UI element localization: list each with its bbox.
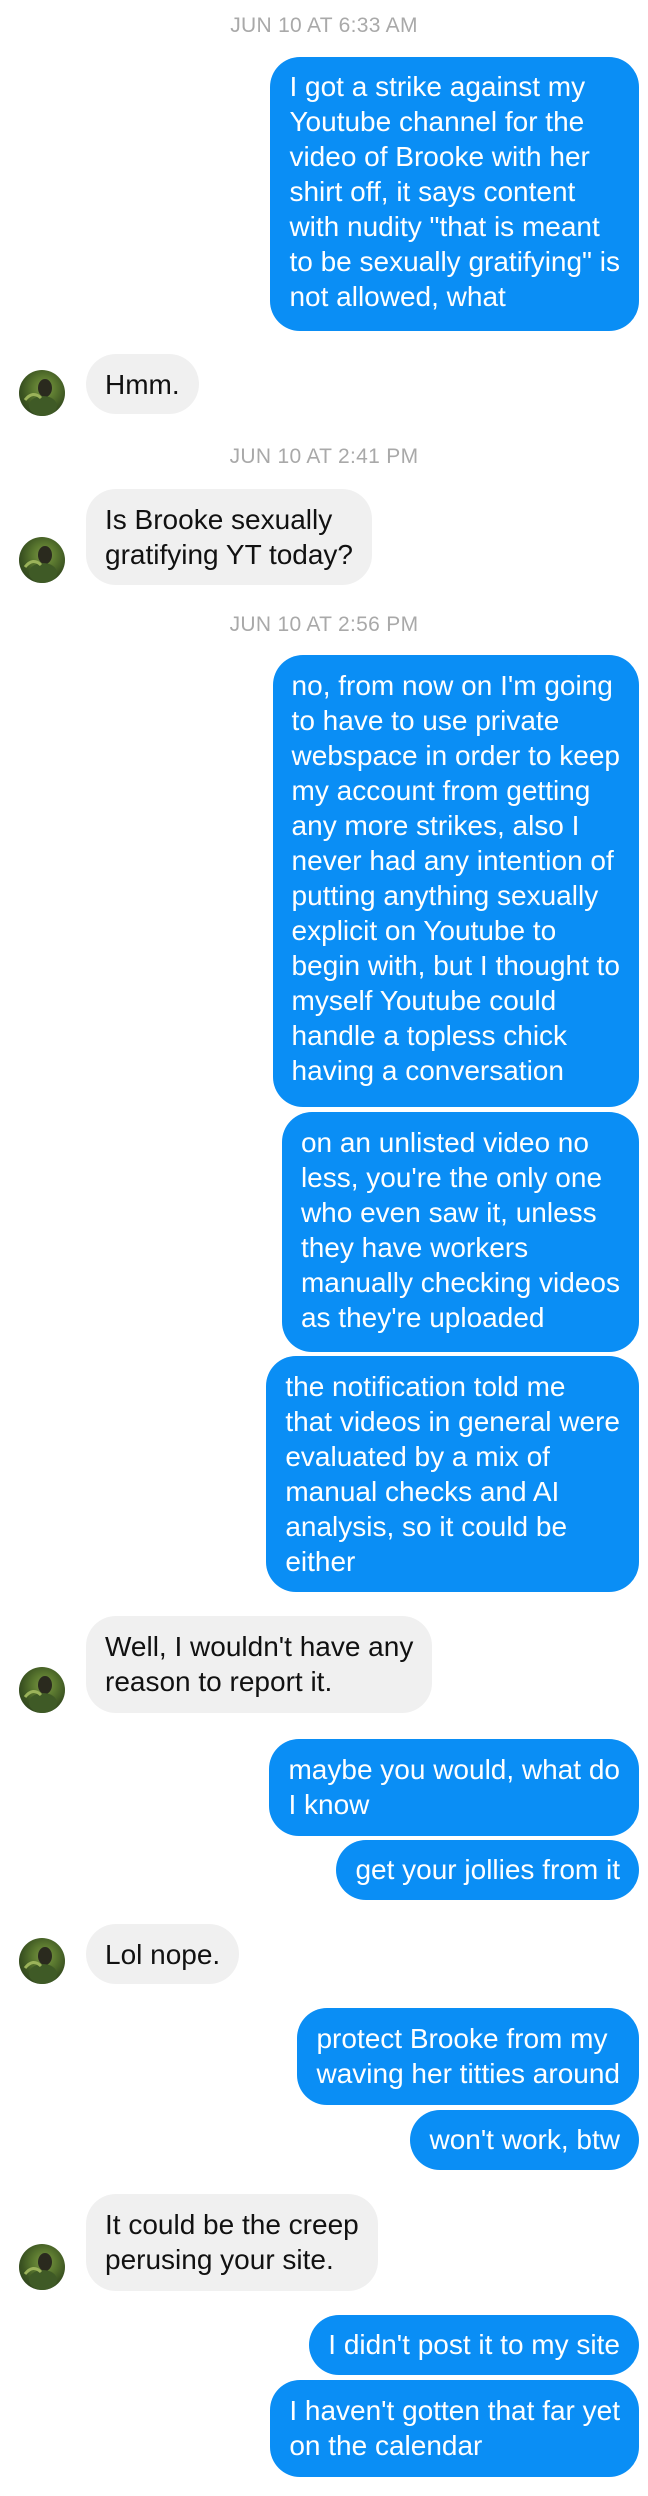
outgoing-message-bubble[interactable]: get your jollies from it [336,1840,639,1900]
outgoing-message-bubble[interactable]: I didn't post it to my site [309,2315,639,2375]
contact-avatar[interactable] [19,370,65,416]
incoming-message-bubble[interactable]: Hmm. [86,354,199,414]
avatar-photo-icon [23,546,57,583]
outgoing-message-bubble[interactable]: maybe you would, what do I know [269,1739,639,1836]
incoming-message-bubble[interactable]: Is Brooke sexually gratifying YT today? [86,489,373,585]
contact-avatar[interactable] [19,2244,65,2290]
contact-avatar[interactable] [19,1938,65,1984]
outgoing-message-bubble[interactable]: the notification told me that videos in … [266,1356,639,1592]
avatar-photo-icon [23,379,57,416]
outgoing-message-bubble[interactable]: won't work, btw [410,2110,639,2170]
outgoing-message-bubble[interactable]: protect Brooke from my waving her tittie… [297,2008,639,2105]
outgoing-message-bubble[interactable]: I haven't gotten that far yet on the cal… [270,2380,639,2477]
avatar-photo-icon [23,1676,57,1713]
avatar-photo-icon [23,1947,57,1984]
timestamp: JUN 10 AT 6:33 AM [230,14,418,37]
contact-avatar[interactable] [19,537,65,583]
timestamp: JUN 10 AT 2:41 PM [229,445,419,468]
message-thread[interactable]: JUN 10 AT 6:33 AM I got a strike against… [0,0,648,2496]
timestamp: JUN 10 AT 2:56 PM [229,613,419,636]
contact-avatar[interactable] [19,1667,65,1713]
avatar-photo-icon [23,2253,57,2290]
incoming-message-bubble[interactable]: It could be the creep perusing your site… [86,2194,378,2291]
outgoing-message-bubble[interactable]: I got a strike against my Youtube channe… [270,57,639,331]
outgoing-message-bubble[interactable]: on an unlisted video no less, you're the… [281,1112,639,1352]
incoming-message-bubble[interactable]: Lol nope. [86,1924,240,1984]
incoming-message-bubble[interactable]: Well, I wouldn't have any reason to repo… [86,1616,433,1713]
outgoing-message-bubble[interactable]: no, from now on I'm going to have to use… [272,655,639,1107]
